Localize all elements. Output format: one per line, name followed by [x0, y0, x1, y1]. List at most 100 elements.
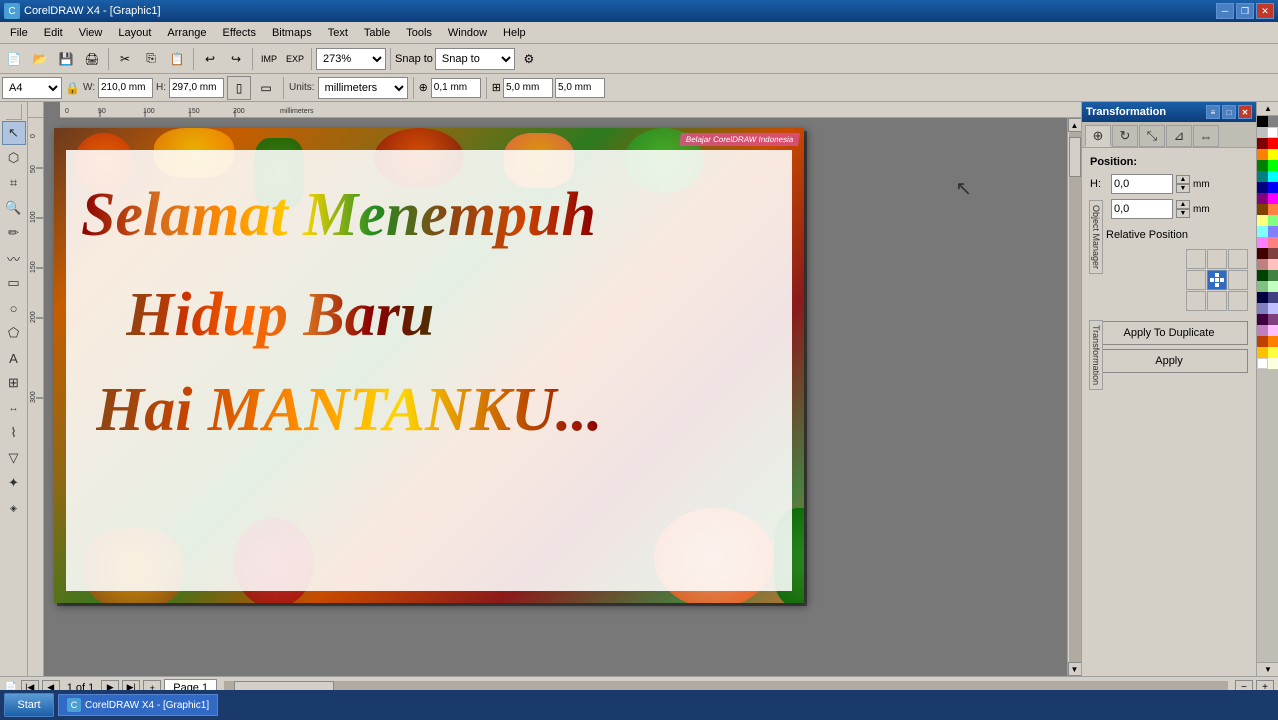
swatch-green[interactable] — [1257, 160, 1268, 171]
grid-bc[interactable] — [1207, 291, 1227, 311]
export-button[interactable]: EXP — [283, 47, 307, 71]
snap-to-select[interactable]: Snap to — [435, 48, 515, 70]
transformation-tab[interactable]: Transformation — [1089, 320, 1103, 390]
tab-scale[interactable]: ⤡ — [1139, 125, 1165, 147]
swatch-rust[interactable] — [1257, 336, 1268, 347]
scroll-up-button[interactable]: ▲ — [1068, 118, 1082, 132]
snap-settings-button[interactable]: ⚙ — [517, 47, 541, 71]
ellipse-tool[interactable]: ○ — [2, 296, 26, 320]
restore-button[interactable]: ❐ — [1236, 3, 1254, 19]
swatch-blue[interactable] — [1268, 182, 1278, 193]
swatch-magenta[interactable] — [1268, 193, 1278, 204]
swatch-lime[interactable] — [1268, 160, 1278, 171]
text-hidup[interactable]: Hidup Baru — [126, 280, 434, 351]
units-select[interactable]: millimeters inches pixels — [318, 77, 408, 99]
grid-br[interactable] — [1228, 291, 1248, 311]
palette-scroll-down[interactable]: ▼ — [1257, 662, 1278, 676]
swatch-dkblue2[interactable] — [1268, 292, 1278, 303]
fill-tool[interactable]: ▽ — [2, 446, 26, 470]
dimension-tool[interactable]: ↔ — [2, 396, 26, 420]
object-manager-tab[interactable]: Object Manager — [1089, 200, 1103, 274]
swatch-dkpink[interactable] — [1268, 248, 1278, 259]
tab-rotate[interactable]: ↻ — [1112, 125, 1138, 147]
grid-bl[interactable] — [1186, 291, 1206, 311]
swatch-orange2[interactable] — [1268, 336, 1278, 347]
open-button[interactable]: 📂 — [28, 47, 52, 71]
swatch-vdkred[interactable] — [1257, 248, 1268, 259]
cut-button[interactable]: ✂ — [113, 47, 137, 71]
swatch-white[interactable] — [1267, 127, 1278, 138]
menu-bitmaps[interactable]: Bitmaps — [264, 25, 320, 41]
grid-mc[interactable] — [1207, 270, 1227, 290]
menu-layout[interactable]: Layout — [110, 25, 159, 41]
grid-mr[interactable] — [1228, 270, 1248, 290]
canvas-viewport[interactable]: Selamat Menempuh Hidup Baru Hai MANTANKU… — [44, 118, 1067, 676]
tab-skew[interactable]: ⊿ — [1166, 125, 1192, 147]
swatch-mdpurple[interactable] — [1257, 325, 1268, 336]
apply-button[interactable]: Apply — [1090, 349, 1248, 373]
swatch-dkpurple2[interactable] — [1268, 314, 1278, 325]
menu-text[interactable]: Text — [320, 25, 356, 41]
height-input[interactable] — [169, 78, 224, 98]
redo-button[interactable]: ↪ — [224, 47, 248, 71]
swatch-ltyellow2[interactable] — [1268, 347, 1278, 358]
scroll-track-v[interactable] — [1069, 132, 1081, 662]
text-mantanku[interactable]: Hai MANTANKU... — [96, 375, 602, 446]
select-tool[interactable]: ↖ — [2, 121, 26, 145]
swatch-ltyellow[interactable] — [1257, 215, 1268, 226]
connector-tool[interactable]: ⌇ — [2, 421, 26, 445]
freehand-tool[interactable]: ✏ — [2, 221, 26, 245]
orient-portrait[interactable]: ▯ — [227, 76, 251, 100]
tab-position[interactable]: ⊕ — [1085, 125, 1111, 147]
print-button[interactable]: 🖨 — [80, 47, 104, 71]
swatch-ltcyan[interactable] — [1257, 226, 1268, 237]
swatch-cream[interactable] — [1268, 358, 1278, 369]
nudge-input[interactable] — [431, 78, 481, 98]
swatch-red[interactable] — [1268, 138, 1278, 149]
menu-edit[interactable]: Edit — [36, 25, 71, 41]
h-spin-up[interactable]: ▲ — [1176, 175, 1190, 184]
undo-button[interactable]: ↩ — [198, 47, 222, 71]
swatch-ltmagenta[interactable] — [1257, 237, 1268, 248]
panel-menu-button[interactable]: ≡ — [1206, 105, 1220, 119]
swatch-purple[interactable] — [1257, 193, 1268, 204]
import-button[interactable]: IMP — [257, 47, 281, 71]
swatch-vdkgreen[interactable] — [1257, 270, 1268, 281]
polygon-tool[interactable]: ⬠ — [2, 321, 26, 345]
menu-help[interactable]: Help — [495, 25, 534, 41]
palette-scroll-up[interactable]: ▲ — [1257, 102, 1278, 116]
grid-y-input[interactable] — [555, 78, 605, 98]
scroll-thumb-v[interactable] — [1069, 137, 1081, 177]
menu-file[interactable]: File — [2, 25, 36, 41]
new-button[interactable]: 📄 — [2, 47, 26, 71]
minimize-button[interactable]: ─ — [1216, 3, 1234, 19]
v-spin-up[interactable]: ▲ — [1176, 200, 1190, 209]
swatch-brown[interactable] — [1257, 204, 1268, 215]
swatch-ltpink[interactable] — [1268, 259, 1278, 270]
swatch-ltred[interactable] — [1268, 237, 1278, 248]
swatch-yellow[interactable] — [1268, 149, 1278, 160]
eyedropper-tool[interactable]: ✦ — [2, 471, 26, 495]
h-spin-down[interactable]: ▼ — [1176, 184, 1190, 193]
grid-x-input[interactable] — [503, 78, 553, 98]
swatch-vltpurple[interactable] — [1268, 325, 1278, 336]
save-button[interactable]: 💾 — [54, 47, 78, 71]
panel-close-button[interactable]: ✕ — [1238, 105, 1252, 119]
page-size-select[interactable]: A4 Letter A3 — [2, 77, 62, 99]
menu-effects[interactable]: Effects — [215, 25, 264, 41]
menu-table[interactable]: Table — [356, 25, 398, 41]
interactive-tool[interactable]: ◈ — [2, 496, 26, 520]
close-button[interactable]: ✕ — [1256, 3, 1274, 19]
menu-arrange[interactable]: Arrange — [159, 25, 214, 41]
paste-button[interactable]: 📋 — [165, 47, 189, 71]
swatch-mdpink[interactable] — [1257, 259, 1268, 270]
zoom-select[interactable]: 273% 100% 200% — [316, 48, 386, 70]
start-button[interactable]: Start — [4, 693, 54, 717]
copy-button[interactable]: ⎘ — [139, 47, 163, 71]
text-selamat[interactable]: Selamat Menempuh — [81, 180, 596, 251]
swatch-white2[interactable] — [1257, 358, 1268, 369]
swatch-vdkpurple[interactable] — [1257, 314, 1268, 325]
menu-window[interactable]: Window — [440, 25, 495, 41]
swatch-vltblue[interactable] — [1268, 303, 1278, 314]
grid-tc[interactable] — [1207, 249, 1227, 269]
